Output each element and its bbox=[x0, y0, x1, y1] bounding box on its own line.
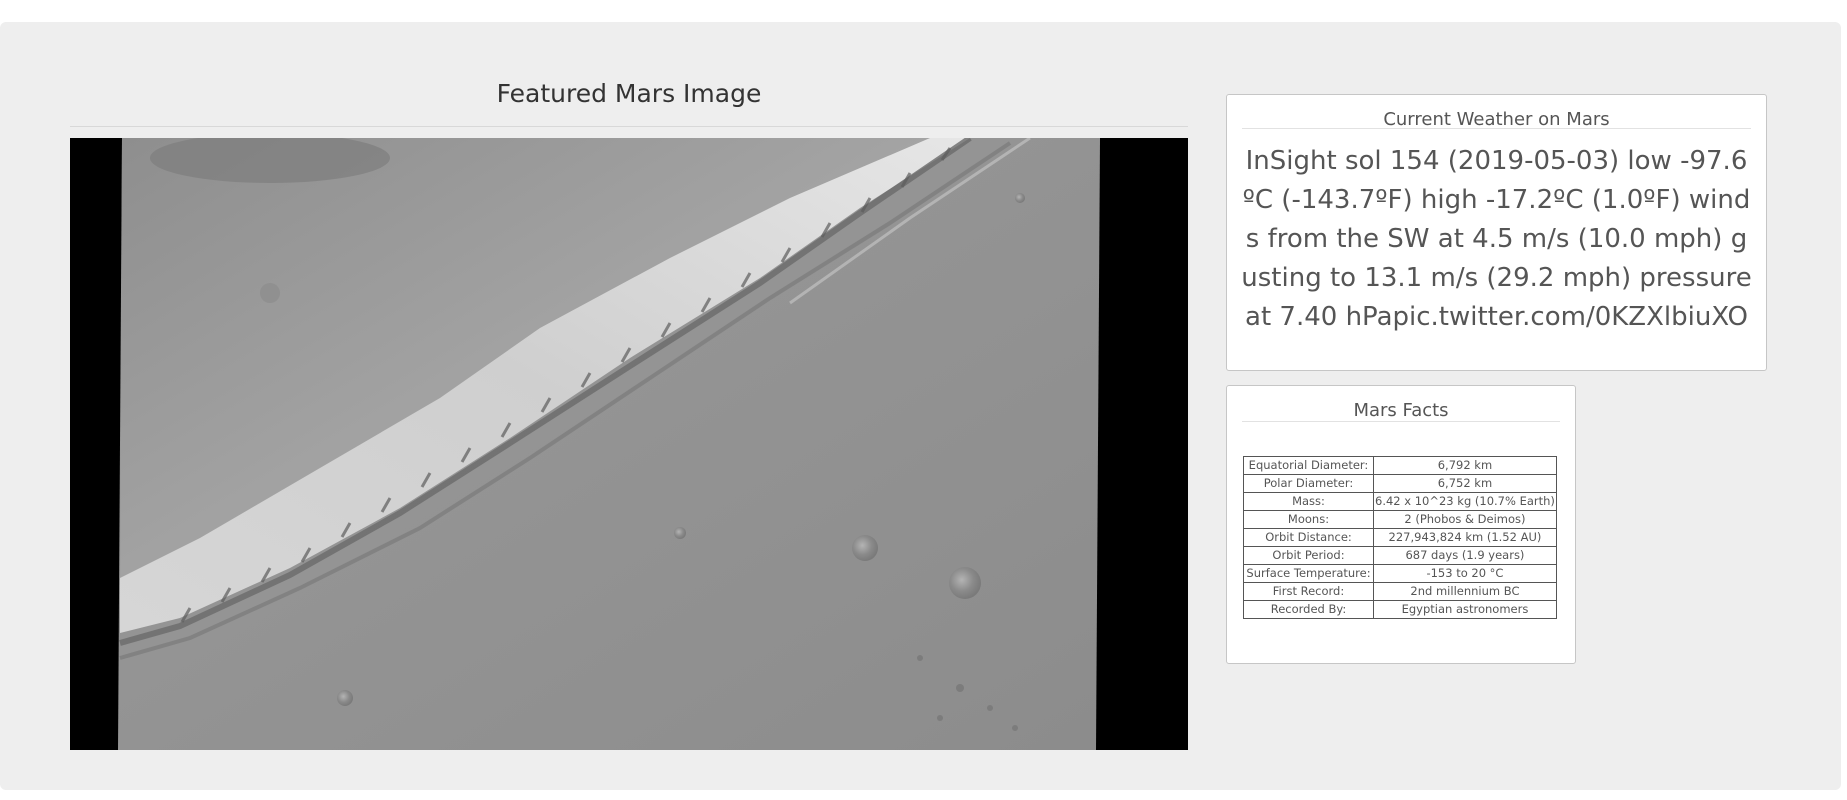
fact-value: Egyptian astronomers bbox=[1373, 600, 1557, 619]
table-row: Moons: 2 (Phobos & Deimos) bbox=[1243, 510, 1557, 529]
fact-value: 6,792 km bbox=[1373, 456, 1557, 475]
table-row: Surface Temperature: -153 to 20 °C bbox=[1243, 564, 1557, 583]
facts-panel: Mars Facts Equatorial Diameter: 6,792 km… bbox=[1226, 385, 1576, 664]
facts-table: Equatorial Diameter: 6,792 km Polar Diam… bbox=[1243, 456, 1557, 619]
table-row: Mass: 6.42 x 10^23 kg (10.7% Earth) bbox=[1243, 492, 1557, 511]
divider bbox=[70, 126, 1188, 127]
featured-image-section: Featured Mars Image bbox=[70, 72, 1188, 750]
fact-value: 2 (Phobos & Deimos) bbox=[1373, 510, 1557, 529]
fact-value: 687 days (1.9 years) bbox=[1373, 546, 1557, 565]
fact-label: Orbit Distance: bbox=[1243, 528, 1374, 547]
fact-value: 227,943,824 km (1.52 AU) bbox=[1373, 528, 1557, 547]
weather-panel: Current Weather on Mars InSight sol 154 … bbox=[1226, 94, 1767, 371]
fact-value: 2nd millennium BC bbox=[1373, 582, 1557, 601]
table-row: Equatorial Diameter: 6,792 km bbox=[1243, 456, 1557, 475]
fact-label: Orbit Period: bbox=[1243, 546, 1374, 565]
weather-report: InSight sol 154 (2019-05-03) low -97.6ºC… bbox=[1241, 146, 1752, 332]
facts-title: Mars Facts bbox=[1242, 386, 1560, 422]
featured-mars-image[interactable] bbox=[70, 138, 1188, 750]
fact-label: First Record: bbox=[1243, 582, 1374, 601]
fact-value: -153 to 20 °C bbox=[1373, 564, 1557, 583]
table-row: Polar Diameter: 6,752 km bbox=[1243, 474, 1557, 493]
weather-title: Current Weather on Mars bbox=[1242, 95, 1751, 130]
table-row: Recorded By: Egyptian astronomers bbox=[1243, 600, 1557, 619]
fact-label: Mass: bbox=[1243, 492, 1374, 511]
featured-image-title: Featured Mars Image bbox=[496, 79, 762, 108]
table-row: Orbit Period: 687 days (1.9 years) bbox=[1243, 546, 1557, 565]
table-row: Orbit Distance: 227,943,824 km (1.52 AU) bbox=[1243, 528, 1557, 547]
jumbotron-container: Featured Mars Image Current Weather on M… bbox=[0, 22, 1841, 790]
fact-value: 6.42 x 10^23 kg (10.7% Earth) bbox=[1373, 492, 1557, 511]
fact-label: Equatorial Diameter: bbox=[1243, 456, 1374, 475]
fact-label: Moons: bbox=[1243, 510, 1374, 529]
table-row: First Record: 2nd millennium BC bbox=[1243, 582, 1557, 601]
fact-label: Recorded By: bbox=[1243, 600, 1374, 619]
fact-value: 6,752 km bbox=[1373, 474, 1557, 493]
fact-label: Polar Diameter: bbox=[1243, 474, 1374, 493]
fact-label: Surface Temperature: bbox=[1243, 564, 1374, 583]
